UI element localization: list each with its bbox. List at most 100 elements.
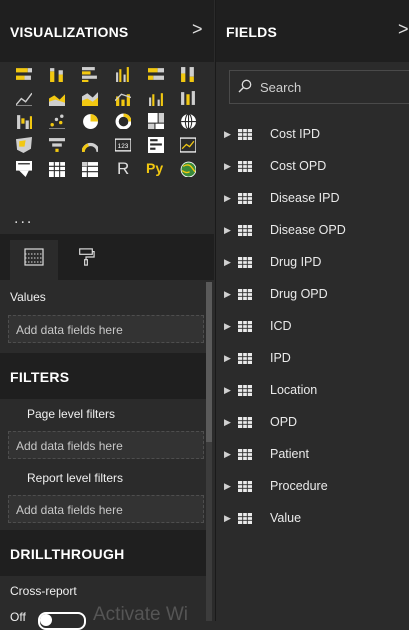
scatter-chart-icon-glyph (49, 114, 65, 130)
expand-caret-icon[interactable]: ▶ (224, 257, 231, 268)
report-level-filters-drop-zone[interactable]: Add data fields here (8, 495, 204, 523)
globe-icon-glyph (180, 161, 197, 178)
stacked-area-chart-icon[interactable] (82, 90, 98, 106)
area-chart-icon-glyph (49, 94, 65, 106)
field-table-row[interactable]: ▶ Patient (224, 445, 404, 467)
field-table-name: Disease OPD (270, 223, 346, 237)
table-icon (238, 257, 252, 268)
gauge-icon[interactable] (81, 137, 100, 153)
python-visual-icon[interactable]: Py (146, 160, 164, 177)
expand-caret-icon[interactable]: ▶ (224, 161, 231, 172)
pie-chart-icon[interactable] (82, 113, 98, 129)
collapse-visualizations-button[interactable]: > (192, 19, 203, 40)
field-table-row[interactable]: ▶ Disease OPD (224, 221, 404, 243)
clustered-column-chart-icon[interactable] (115, 66, 131, 82)
field-table-name: ICD (270, 319, 292, 333)
visualizations-title: VISUALIZATIONS (10, 24, 129, 40)
scatter-chart-icon[interactable] (49, 113, 65, 130)
field-table-row[interactable]: ▶ Procedure (224, 477, 404, 499)
values-drop-zone[interactable]: Add data fields here (8, 315, 204, 343)
filters-header: FILTERS (0, 353, 206, 399)
ribbon-chart-icon[interactable] (180, 90, 196, 106)
expand-caret-icon[interactable]: ▶ (224, 225, 231, 236)
line-chart-icon[interactable] (15, 90, 33, 107)
table-icon (238, 225, 252, 236)
report-level-filters-label: Report level filters (27, 471, 124, 485)
treemap-icon[interactable] (148, 113, 164, 129)
expand-caret-icon[interactable]: ▶ (224, 417, 231, 428)
card-icon-glyph: 123 (114, 138, 132, 152)
stacked-column-chart-icon-glyph (50, 68, 63, 82)
table-icon (238, 161, 252, 172)
filled-map-icon-glyph (16, 137, 32, 153)
field-table-row[interactable]: ▶ ICD (224, 317, 404, 339)
expand-caret-icon[interactable]: ▶ (224, 129, 231, 140)
expand-caret-icon[interactable]: ▶ (224, 385, 231, 396)
stacked-bar-chart-icon[interactable] (16, 66, 32, 82)
table-icon (238, 353, 252, 364)
100pct-stacked-column-icon[interactable] (180, 66, 196, 82)
r-visual-label: R (117, 159, 130, 178)
expand-caret-icon[interactable]: ▶ (224, 481, 231, 492)
slicer-icon[interactable] (16, 161, 32, 177)
fields-tab-icon (24, 248, 44, 266)
expand-caret-icon[interactable]: ▶ (224, 193, 231, 204)
card-icon[interactable]: 123 (114, 137, 132, 153)
python-visual-label: Py (146, 160, 164, 176)
funnel-icon[interactable] (49, 137, 65, 153)
donut-chart-icon[interactable] (115, 113, 132, 130)
field-table-row[interactable]: ▶ Drug IPD (224, 253, 404, 275)
field-table-row[interactable]: ▶ Disease IPD (224, 189, 404, 211)
table-icon-glyph (49, 162, 65, 177)
area-chart-icon[interactable] (49, 90, 65, 106)
100pct-stacked-bar-icon[interactable] (148, 66, 164, 82)
table-icon (238, 289, 252, 300)
expand-caret-icon[interactable]: ▶ (224, 289, 231, 300)
r-script-visual-icon[interactable]: R (115, 159, 131, 178)
globe-icon[interactable] (180, 161, 197, 178)
map-icon[interactable] (180, 113, 196, 130)
field-table-name: Value (270, 511, 302, 525)
expand-caret-icon[interactable]: ▶ (224, 449, 231, 460)
line-and-clustered-column-icon[interactable] (148, 90, 164, 106)
format-tab[interactable] (62, 240, 110, 280)
waterfall-chart-icon[interactable] (16, 113, 32, 129)
expand-caret-icon[interactable]: ▶ (224, 353, 231, 364)
fields-pane: FIELDS > Search ▶ Cost IPD ▶ Cost OPD ▶ Disea… (215, 0, 409, 621)
field-table-row[interactable]: ▶ Value (224, 509, 404, 531)
page-level-filters-drop-zone[interactable]: Add data fields here (8, 431, 204, 459)
expand-caret-icon[interactable]: ▶ (224, 513, 231, 524)
cross-report-toggle[interactable] (38, 612, 86, 630)
table-icon (238, 513, 252, 524)
table-icon (238, 417, 252, 428)
field-table-row[interactable]: ▶ Location (224, 381, 404, 403)
more-visuals-button[interactable]: ... (14, 210, 33, 228)
cross-report-toggle-label: Off (10, 610, 26, 624)
clustered-bar-chart-icon[interactable] (82, 66, 98, 82)
left-pane-scrollbar[interactable] (206, 282, 212, 621)
field-table-name: Cost IPD (270, 127, 321, 141)
matrix-icon-glyph (82, 162, 98, 177)
fields-search-box[interactable]: Search (229, 70, 409, 104)
stacked-column-chart-icon[interactable] (49, 66, 65, 82)
matrix-icon[interactable] (82, 161, 98, 177)
field-table-row[interactable]: ▶ Cost OPD (224, 157, 404, 179)
expand-caret-icon[interactable]: ▶ (224, 321, 231, 332)
table-icon (238, 449, 252, 460)
kpi-icon[interactable] (179, 137, 197, 153)
cross-report-label: Cross-report (10, 584, 77, 598)
table-icon (238, 321, 252, 332)
field-table-name: Procedure (270, 479, 328, 493)
fields-tab[interactable] (10, 240, 58, 280)
filled-map-icon[interactable] (16, 137, 32, 153)
field-table-row[interactable]: ▶ Cost IPD (224, 125, 404, 147)
100pct-stacked-bar-icon-glyph (148, 68, 164, 80)
multi-row-card-icon[interactable] (148, 137, 164, 153)
field-table-row[interactable]: ▶ IPD (224, 349, 404, 371)
line-and-column-chart-icon[interactable] (114, 90, 132, 106)
field-table-row[interactable]: ▶ OPD (224, 413, 404, 435)
table-icon[interactable] (49, 161, 65, 177)
search-placeholder: Search (260, 80, 302, 95)
collapse-fields-button[interactable]: > (398, 19, 409, 40)
field-table-row[interactable]: ▶ Drug OPD (224, 285, 404, 307)
